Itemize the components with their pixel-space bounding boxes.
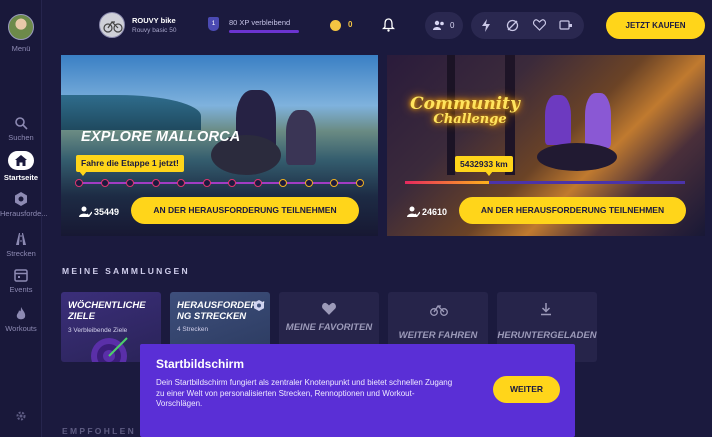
join-challenge-button[interactable]: AN DER HERAUSFORDERUNG TEILNEHMEN <box>131 197 359 224</box>
level-badge: 1 <box>208 17 219 31</box>
sidebar-item-label: Strecken <box>6 249 36 258</box>
xp-remaining: 80 XP verbleibend <box>229 18 291 27</box>
home-icon <box>15 155 27 166</box>
sidebar-item-suchen[interactable]: Suchen <box>0 116 42 142</box>
stage-dot[interactable] <box>330 179 339 187</box>
challenge-icon <box>15 192 27 206</box>
friends-count: 0 <box>450 21 455 30</box>
search-icon <box>15 117 28 130</box>
sidebar-item-label: Suchen <box>8 133 34 142</box>
sidebar-item-label: Herausforde... <box>0 209 48 218</box>
sidebar-item-label: Events <box>9 285 33 294</box>
distance-tag: 5432933 km <box>455 156 513 172</box>
device-connections[interactable] <box>471 12 584 39</box>
community-challenge-title: Community Challenge <box>405 95 525 127</box>
collection-title: WEITER FAHREN <box>398 330 478 341</box>
friends-button[interactable]: 0 <box>425 12 463 39</box>
gear-icon[interactable] <box>15 410 27 422</box>
collection-subtitle: 4 Strecken <box>177 326 209 333</box>
distance-pointer <box>485 171 493 176</box>
friends-icon <box>433 20 444 30</box>
sidebar-item-events[interactable]: Events <box>0 268 42 294</box>
calendar-icon <box>14 269 28 282</box>
stage-dot[interactable] <box>100 179 109 187</box>
cyclist-image <box>286 110 316 165</box>
bell-icon[interactable] <box>382 18 395 32</box>
bike-thumbnail[interactable] <box>99 12 125 38</box>
collection-title: WÖCHENTLICHE ZIELE <box>68 300 146 322</box>
participants-icon <box>407 206 420 217</box>
stage-dot[interactable] <box>253 179 262 187</box>
recommended-heading: EMPFOHLEN <box>62 426 137 436</box>
collection-title: HERUNTERGELADEN <box>497 330 597 341</box>
continue-button[interactable]: WEITER <box>493 376 560 403</box>
sidebar-item-label: Startseite <box>3 173 39 182</box>
participants-icon <box>79 206 92 217</box>
buy-now-button[interactable]: JETZT KAUFEN <box>606 12 705 39</box>
dialog-title: Startbildschirm <box>156 357 245 371</box>
collection-title: HERAUSFORDERU NG STRECKEN <box>177 300 265 322</box>
topbar: ROUVY bike Rouvy basic 50 1 80 XP verble… <box>42 0 712 52</box>
sidebar: Menü Suchen Startseite Herausforde... St… <box>0 0 48 437</box>
stage-dot[interactable] <box>126 179 135 187</box>
stage-dot[interactable] <box>279 179 288 187</box>
collection-title: MEINE FAVORITEN <box>285 322 373 333</box>
stage-dot[interactable] <box>177 179 186 187</box>
heart-rate-icon <box>533 19 546 31</box>
heart-icon <box>322 302 336 315</box>
participants-value: 24610 <box>422 207 448 217</box>
sidebar-item-strecken[interactable]: Strecken <box>0 232 42 258</box>
challenge-icon <box>254 300 264 311</box>
bike-icon <box>103 21 123 33</box>
dialog-body: Dein Startbildschirm fungiert als zentra… <box>156 378 453 408</box>
distance-progress-fill <box>405 181 489 184</box>
sidebar-item-workouts[interactable]: Workouts <box>0 307 42 333</box>
coastline-image <box>61 95 201 130</box>
stage-callout: Fahre die Etappe 1 jetzt! <box>76 155 184 172</box>
cyclist-image <box>585 93 611 148</box>
avatar[interactable] <box>8 14 34 40</box>
stage-dot[interactable] <box>202 179 211 187</box>
route-icon <box>16 233 26 245</box>
cadence-icon <box>506 19 519 32</box>
power-icon <box>482 19 490 32</box>
sidebar-item-startseite[interactable]: Startseite <box>0 151 42 182</box>
target-icon <box>91 337 128 362</box>
bike-name[interactable]: ROUVY bike <box>132 16 176 25</box>
sidebar-item-herausforderungen[interactable]: Herausforde... <box>0 192 48 218</box>
stage-dot[interactable] <box>356 179 364 187</box>
title-line: Community <box>410 94 520 114</box>
bike-model: Rouvy basic 50 <box>132 27 177 34</box>
xp-progress-bar <box>229 30 299 33</box>
community-challenge-card[interactable]: Community Challenge 5432933 km 24610 AN … <box>387 55 705 236</box>
coin-icon <box>330 20 341 31</box>
card-title: EXPLORE MALLORCA <box>81 129 241 145</box>
flame-icon <box>16 307 26 320</box>
bike-wheel-image <box>537 143 617 171</box>
join-challenge-button[interactable]: AN DER HERAUSFORDERUNG TEILNEHMEN <box>459 197 686 224</box>
stage-progress-line <box>79 182 360 184</box>
stage-dot[interactable] <box>151 179 160 187</box>
participants-value: 35449 <box>94 207 120 217</box>
sidebar-item-label: Workouts <box>5 324 37 333</box>
stage-dot[interactable] <box>228 179 237 187</box>
title-line: Challenge <box>433 112 507 127</box>
bike-icon <box>430 304 448 316</box>
callout-pointer <box>79 171 87 176</box>
challenge-card-mallorca[interactable]: EXPLORE MALLORCA Fahre die Etappe 1 jetz… <box>61 55 378 236</box>
download-icon <box>541 303 551 316</box>
cyclist-image <box>545 95 571 145</box>
onboarding-dialog: Startbildschirm Dein Startbildschirm fun… <box>140 344 575 437</box>
coin-count: 0 <box>348 20 353 29</box>
stage-dot[interactable] <box>75 179 83 187</box>
collections-heading: MEINE SAMMLUNGEN <box>62 266 190 276</box>
menu-label[interactable]: Menü <box>0 44 42 53</box>
stage-dot[interactable] <box>304 179 313 187</box>
trainer-icon <box>559 20 572 30</box>
